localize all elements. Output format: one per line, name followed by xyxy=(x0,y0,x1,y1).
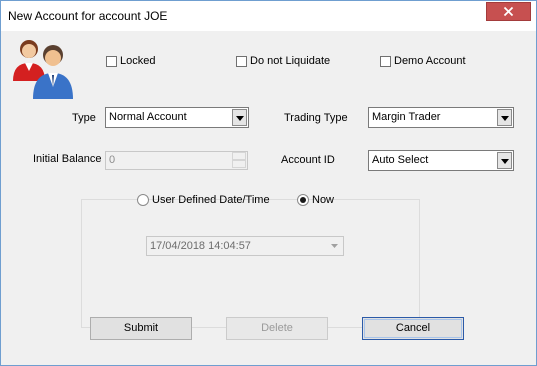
cancel-button[interactable]: Cancel xyxy=(362,317,464,340)
now-radio[interactable] xyxy=(297,194,309,206)
type-dropdown-button[interactable] xyxy=(232,109,247,126)
account-id-select[interactable]: Auto Select xyxy=(368,150,514,171)
datetime-value: 17/04/2018 14:04:57 xyxy=(150,240,251,252)
dialog-client-area: Locked Do not Liquidate Demo Account Typ… xyxy=(1,31,536,365)
locked-label: Locked xyxy=(120,55,156,67)
user-defined-datetime-radio[interactable] xyxy=(137,194,149,206)
type-value: Normal Account xyxy=(109,111,187,123)
do-not-liquidate-checkbox[interactable] xyxy=(236,56,247,67)
do-not-liquidate-label: Do not Liquidate xyxy=(250,55,331,67)
user-defined-datetime-label: User Defined Date/Time xyxy=(152,194,270,206)
demo-account-label: Demo Account xyxy=(394,55,466,67)
window-title: New Account for account JOE xyxy=(8,9,168,23)
stepper-up-button[interactable] xyxy=(232,152,246,160)
trading-type-select[interactable]: Margin Trader xyxy=(368,107,514,128)
account-id-dropdown-button[interactable] xyxy=(497,152,512,169)
chevron-down-icon xyxy=(501,159,509,164)
radio-selected-dot xyxy=(300,197,306,203)
initial-balance-value: 0 xyxy=(109,154,116,166)
type-select[interactable]: Normal Account xyxy=(105,107,249,128)
chevron-down-icon xyxy=(236,116,244,121)
locked-checkbox[interactable] xyxy=(106,56,117,67)
dialog-window: New Account for account JOE Locked Do no… xyxy=(0,0,537,366)
submit-button[interactable]: Submit xyxy=(90,317,192,340)
datetime-dropdown-button xyxy=(327,238,342,254)
close-icon xyxy=(503,6,514,17)
now-label: Now xyxy=(312,194,335,206)
chevron-down-icon xyxy=(501,116,509,121)
trading-type-label: Trading Type xyxy=(284,112,348,124)
account-id-value: Auto Select xyxy=(372,154,429,166)
initial-balance-label: Initial Balance xyxy=(33,153,102,165)
users-icon xyxy=(13,40,73,99)
type-label: Type xyxy=(72,112,96,124)
initial-balance-stepper[interactable]: 0 xyxy=(105,151,248,170)
stepper-down-button[interactable] xyxy=(232,160,246,168)
datetime-group xyxy=(81,199,420,328)
trading-type-value: Margin Trader xyxy=(372,111,441,123)
close-button[interactable] xyxy=(486,2,531,21)
demo-account-checkbox[interactable] xyxy=(380,56,391,67)
title-bar[interactable]: New Account for account JOE xyxy=(1,1,536,31)
chevron-down-icon xyxy=(331,244,338,248)
delete-button[interactable]: Delete xyxy=(226,317,328,340)
trading-type-dropdown-button[interactable] xyxy=(497,109,512,126)
datetime-picker: 17/04/2018 14:04:57 xyxy=(146,236,344,256)
account-id-label: Account ID xyxy=(281,154,335,166)
